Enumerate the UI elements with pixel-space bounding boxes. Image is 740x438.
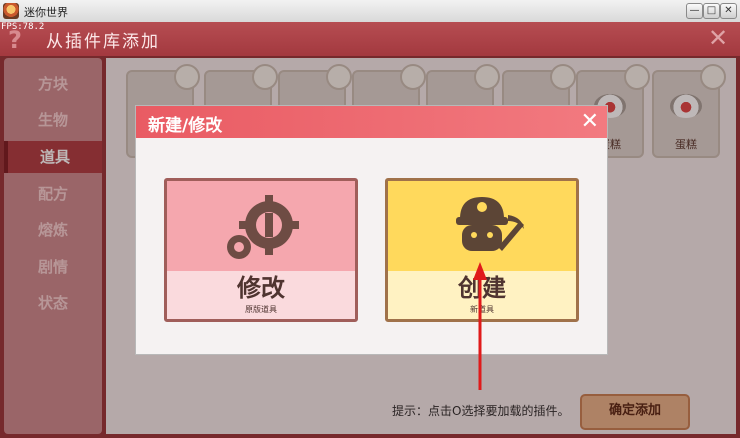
- gear-wrench-icon: [227, 195, 299, 259]
- dialog-title: 新建/修改: [148, 116, 223, 136]
- window-close-button[interactable]: ✕: [720, 3, 737, 19]
- window-title: 迷你世界: [24, 6, 68, 19]
- dialog-header: 新建/修改 ✕: [136, 106, 607, 138]
- app-icon: [3, 3, 19, 19]
- annotation-arrow-icon: [473, 262, 487, 390]
- dialog-close-button[interactable]: ✕: [581, 109, 599, 134]
- miner-icon: [456, 197, 524, 251]
- game-window: 迷你世界 — □ ✕ FPS:78.2 ? 从插件库添加 ✕ 方块 生物 道具 …: [0, 0, 740, 438]
- maximize-button[interactable]: □: [703, 3, 720, 19]
- minimize-button[interactable]: —: [686, 3, 703, 19]
- os-title-bar: 迷你世界 — □ ✕: [0, 0, 740, 23]
- fps-counter: FPS:78.2: [1, 22, 45, 32]
- new-edit-dialog: 新建/修改 ✕ 修改 原版道具 创建 新道具: [135, 105, 608, 355]
- edit-sublabel: 原版道具: [245, 305, 277, 314]
- edit-card[interactable]: 修改 原版道具: [164, 178, 358, 322]
- page-title: 从插件库添加: [46, 32, 160, 52]
- close-icon[interactable]: ✕: [708, 24, 728, 52]
- edit-label: 修改: [237, 274, 285, 302]
- dialog-body: 修改 原版道具 创建 新道具: [136, 138, 607, 354]
